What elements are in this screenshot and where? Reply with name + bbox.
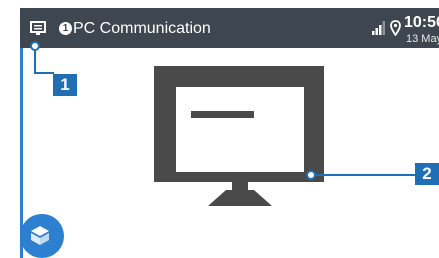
location-pin-icon [390, 20, 401, 41]
clock-date: 13 May 20 [406, 33, 439, 45]
clock-time: 10:50: [404, 14, 439, 31]
callout-1-line [34, 49, 36, 73]
fab-button[interactable] [20, 214, 64, 258]
monitor-icon [150, 66, 328, 221]
callout-1-connector [34, 72, 54, 74]
document-list-icon [30, 21, 46, 41]
info-icon: 1 [59, 22, 72, 35]
page-title: PC Communication [73, 20, 211, 37]
callout-2-badge: 2 [415, 163, 439, 185]
callout-1-badge: 1 [53, 74, 77, 96]
callout-2-line [314, 174, 415, 176]
status-bar: 1 PC Communication 10:50: 13 May 20 [20, 8, 439, 48]
signal-strength-icon [372, 21, 386, 40]
